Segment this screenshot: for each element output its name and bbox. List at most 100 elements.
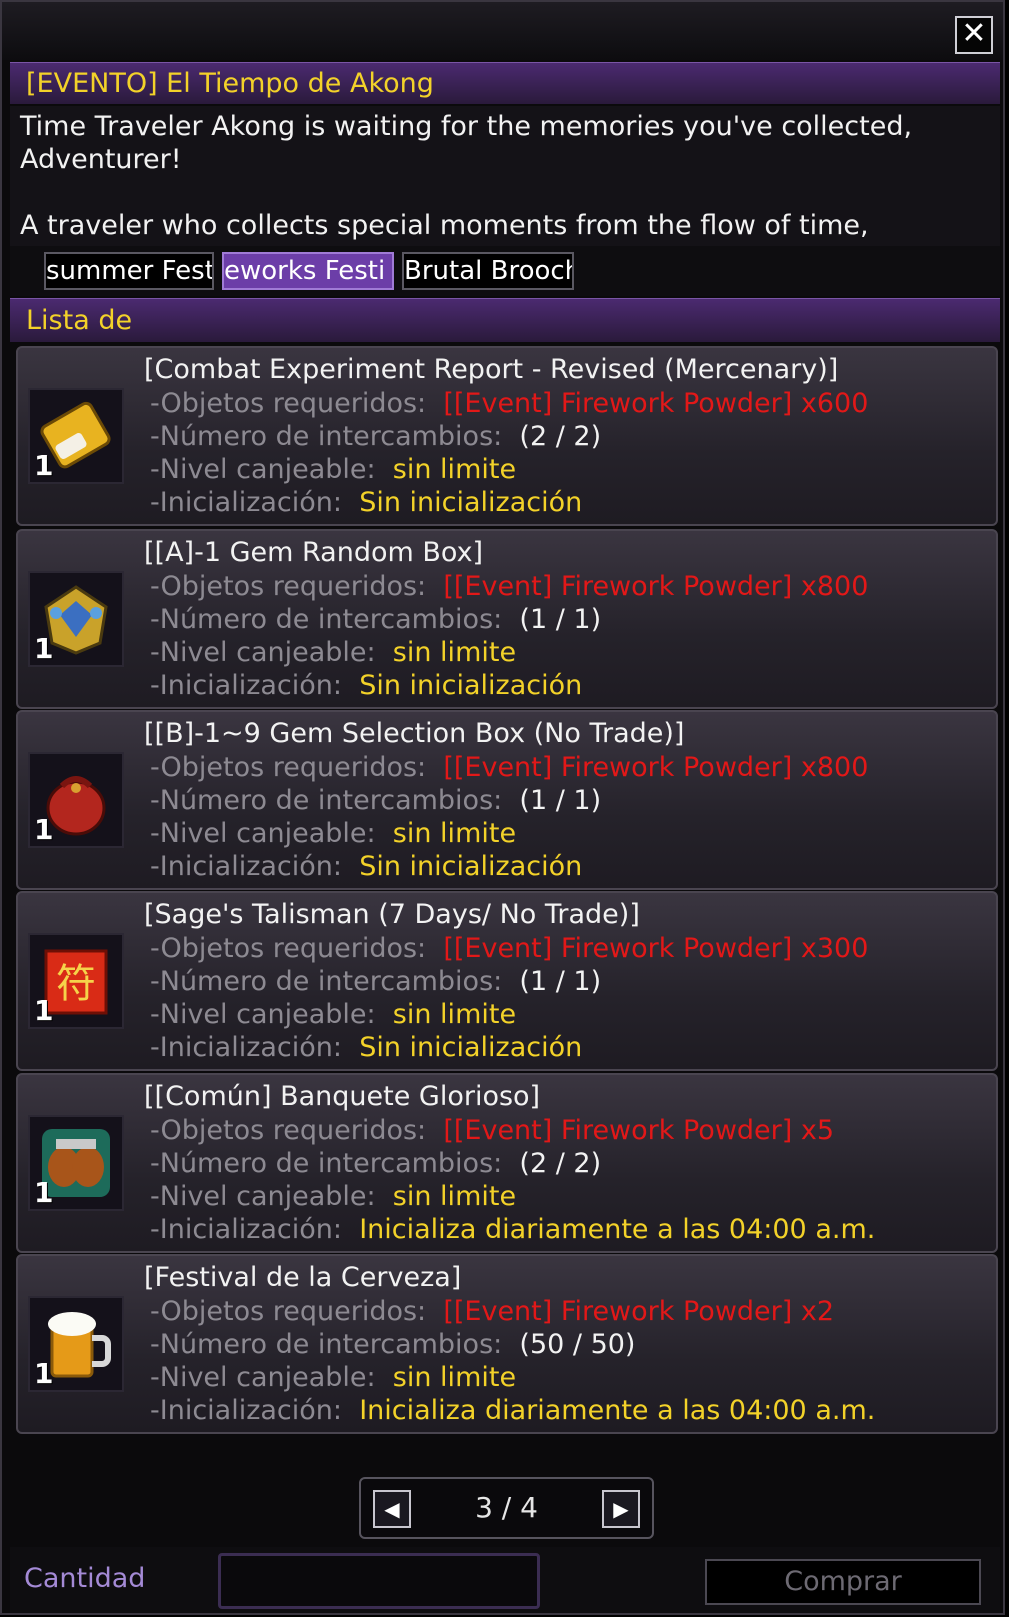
list-header: Lista de (10, 298, 1000, 342)
exchanges-label: -Número de intercambios: (150, 785, 503, 816)
exchanges-row: -Número de intercambios: (1 / 1) (150, 785, 601, 816)
required-value: [[Event] Firework Powder] x300 (443, 933, 869, 964)
reset-row: -Inicialización: Inicializa diariamente … (150, 1214, 875, 1245)
required-row: -Objetos requeridos: [[Event] Firework P… (150, 388, 868, 419)
tab-summer-festival[interactable]: summer Festival (44, 252, 214, 290)
event-shop-window: ✕ [EVENTO] El Tiempo de Akong Time Trave… (0, 0, 1005, 1615)
tab-fireworks-festival[interactable]: eworks Festi (222, 252, 394, 290)
required-label: -Objetos requeridos: (150, 933, 427, 964)
item-icon-slot[interactable]: 符1 (28, 933, 124, 1029)
item-name: [[Común] Banquete Glorioso] (144, 1081, 541, 1112)
level-row: -Nivel canjeable: sin limite (150, 999, 516, 1030)
exchange-item[interactable]: 1 [[B]-1~9 Gem Selection Box (No Trade)] -… (16, 710, 998, 890)
event-title: [EVENTO] El Tiempo de Akong (10, 62, 1000, 104)
required-label: -Objetos requeridos: (150, 1296, 427, 1327)
reset-value: Inicializa diariamente a las 04:00 a.m. (359, 1395, 876, 1426)
reset-label: -Inicialización: (150, 670, 343, 701)
level-row: -Nivel canjeable: sin limite (150, 1362, 516, 1393)
tab-brutal-brooch[interactable]: Brutal Brooch (402, 252, 574, 290)
svg-text:符: 符 (56, 961, 96, 1007)
prev-page-button[interactable]: ◀ (373, 1490, 411, 1528)
exchanges-row: -Número de intercambios: (50 / 50) (150, 1329, 635, 1360)
desc-line: Adventurer! (20, 144, 182, 175)
exchanges-row: -Número de intercambios: (2 / 2) (150, 1148, 601, 1179)
item-icon-slot[interactable]: 1 (28, 388, 124, 484)
desc-line: A traveler who collects special moments … (20, 210, 869, 241)
reset-value: Inicializa diariamente a las 04:00 a.m. (359, 1214, 876, 1245)
level-label: -Nivel canjeable: (150, 454, 376, 485)
required-label: -Objetos requeridos: (150, 1115, 427, 1146)
item-quantity: 1 (34, 1176, 54, 1209)
exchanges-value: (2 / 2) (519, 1148, 602, 1179)
close-button[interactable]: ✕ (955, 16, 993, 54)
window-topbar: ✕ (2, 2, 1003, 60)
item-icon-slot[interactable]: 1 (28, 752, 124, 848)
reset-label: -Inicialización: (150, 1395, 343, 1426)
exchange-item[interactable]: 1 [[A]-1 Gem Random Box] -Objetos requerid… (16, 529, 998, 709)
exchanges-label: -Número de intercambios: (150, 421, 503, 452)
desc-line: Time Traveler Akong is waiting for the m… (20, 111, 913, 142)
reset-label: -Inicialización: (150, 487, 343, 518)
required-label: -Objetos requeridos: (150, 752, 427, 783)
exchange-item[interactable]: 符 1 [Sage's Talisman (7 Days/ No Trade)] -O… (16, 891, 998, 1071)
level-row: -Nivel canjeable: sin limite (150, 818, 516, 849)
level-value: sin limite (392, 818, 517, 849)
item-name: [[A]-1 Gem Random Box] (144, 537, 484, 568)
purchase-bar: Cantidad Comprar (10, 1547, 1000, 1613)
required-value: [[Event] Firework Powder] x2 (443, 1296, 835, 1327)
level-label: -Nivel canjeable: (150, 1362, 376, 1393)
item-icon-slot[interactable]: 1 (28, 1296, 124, 1392)
item-name: [Sage's Talisman (7 Days/ No Trade)] (144, 899, 640, 930)
exchange-item[interactable]: 1 [Festival de la Cerveza] -Objetos requer… (16, 1254, 998, 1434)
exchanges-value: (50 / 50) (519, 1329, 636, 1360)
reset-value: Sin inicialización (359, 1032, 583, 1063)
reset-value: Sin inicialización (359, 487, 583, 518)
exchanges-value: (1 / 1) (519, 966, 602, 997)
exchanges-row: -Número de intercambios: (1 / 1) (150, 966, 601, 997)
exchanges-value: (2 / 2) (519, 421, 602, 452)
item-quantity: 1 (34, 1357, 54, 1390)
item-icon-slot[interactable]: 1 (28, 571, 124, 667)
next-page-button[interactable]: ▶ (602, 1490, 640, 1528)
reset-row: -Inicialización: Sin inicialización (150, 1032, 582, 1063)
event-description: Time Traveler Akong is waiting for the m… (10, 106, 1000, 246)
item-name: [Festival de la Cerveza] (144, 1262, 462, 1293)
exchanges-label: -Número de intercambios: (150, 604, 503, 635)
level-label: -Nivel canjeable: (150, 818, 376, 849)
event-tabs: summer Festival eworks Festi Brutal Broo… (10, 246, 1000, 296)
level-value: sin limite (392, 1362, 517, 1393)
buy-button[interactable]: Comprar (705, 1559, 981, 1605)
reset-value: Sin inicialización (359, 670, 583, 701)
exchanges-value: (1 / 1) (519, 785, 602, 816)
required-row: -Objetos requeridos: [[Event] Firework P… (150, 571, 868, 602)
exchanges-row: -Número de intercambios: (1 / 1) (150, 604, 601, 635)
reset-value: Sin inicialización (359, 851, 583, 882)
quantity-label: Cantidad (24, 1563, 146, 1594)
quantity-input[interactable] (218, 1553, 540, 1609)
reset-label: -Inicialización: (150, 1214, 343, 1245)
item-quantity: 1 (34, 813, 54, 846)
exchanges-row: -Número de intercambios: (2 / 2) (150, 421, 601, 452)
required-value: [[Event] Firework Powder] x800 (443, 571, 869, 602)
reset-row: -Inicialización: Sin inicialización (150, 670, 582, 701)
required-value: [[Event] Firework Powder] x5 (443, 1115, 835, 1146)
level-row: -Nivel canjeable: sin limite (150, 637, 516, 668)
required-row: -Objetos requeridos: [[Event] Firework P… (150, 1296, 834, 1327)
exchange-item[interactable]: 1 [[Común] Banquete Glorioso] -Objetos req… (16, 1073, 998, 1253)
exchange-item[interactable]: 1 [Combat Experiment Report - Revised (Me… (16, 346, 998, 526)
required-row: -Objetos requeridos: [[Event] Firework P… (150, 933, 868, 964)
required-row: -Objetos requeridos: [[Event] Firework P… (150, 752, 868, 783)
reset-label: -Inicialización: (150, 851, 343, 882)
reset-row: -Inicialización: Sin inicialización (150, 487, 582, 518)
required-label: -Objetos requeridos: (150, 388, 427, 419)
level-label: -Nivel canjeable: (150, 999, 376, 1030)
level-value: sin limite (392, 1181, 517, 1212)
level-row: -Nivel canjeable: sin limite (150, 1181, 516, 1212)
item-quantity: 1 (34, 632, 54, 665)
item-quantity: 1 (34, 994, 54, 1027)
item-icon-slot[interactable]: 1 (28, 1115, 124, 1211)
item-name: [[B]-1~9 Gem Selection Box (No Trade)] (144, 718, 685, 749)
exchanges-label: -Número de intercambios: (150, 966, 503, 997)
level-row: -Nivel canjeable: sin limite (150, 454, 516, 485)
item-quantity: 1 (34, 449, 54, 482)
